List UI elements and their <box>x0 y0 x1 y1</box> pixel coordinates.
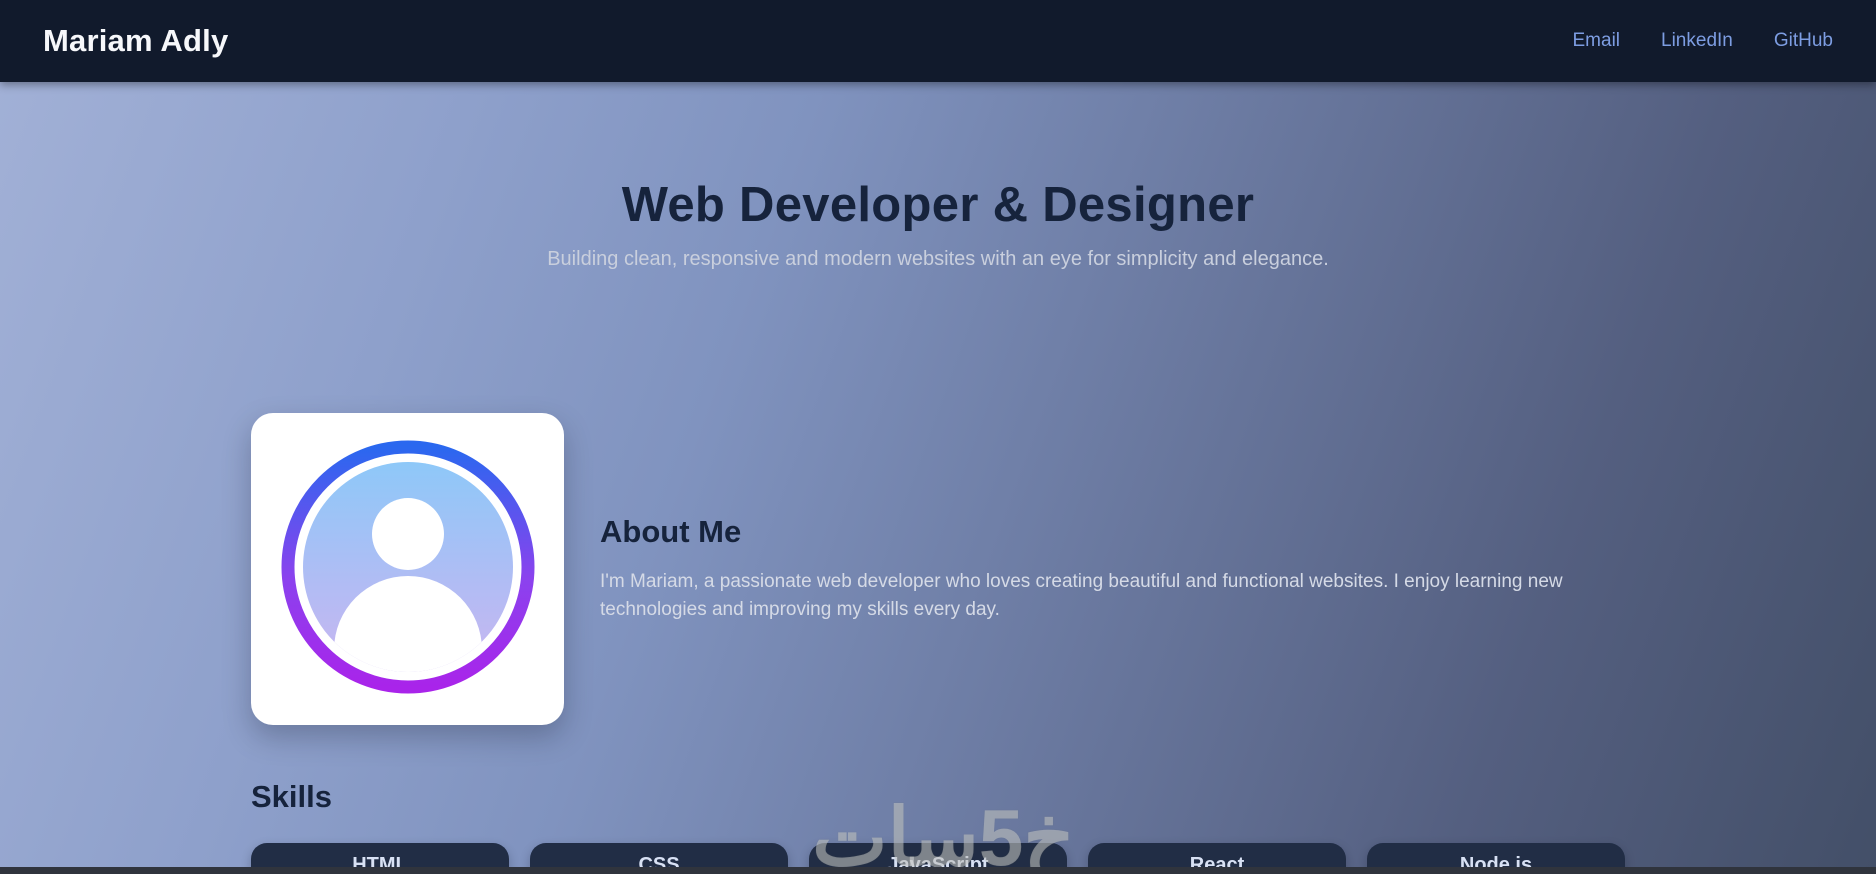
nav-link-linkedin[interactable]: LinkedIn <box>1661 30 1733 52</box>
skills-heading: Skills <box>251 779 332 814</box>
nav-link-email[interactable]: Email <box>1573 30 1621 52</box>
window-bottom-edge <box>0 867 1876 874</box>
brand-name: Mariam Adly <box>43 23 229 58</box>
about-heading: About Me <box>600 514 742 550</box>
skills-section: Skills HTML CSS JavaScript React Node.js <box>251 779 1625 874</box>
about-content: About Me I'm Mariam, a passionate web de… <box>600 514 1625 623</box>
hero-section: Web Developer & Designer Building clean,… <box>0 82 1876 271</box>
about-section: About Me I'm Mariam, a passionate web de… <box>251 413 1625 725</box>
nav-link-github[interactable]: GitHub <box>1774 30 1833 52</box>
user-avatar-icon <box>279 438 537 701</box>
hero-subtitle: Building clean, responsive and modern we… <box>547 248 1329 270</box>
site-header: Mariam Adly Email LinkedIn GitHub <box>0 0 1876 82</box>
avatar-card <box>251 413 564 725</box>
header-nav: Email LinkedIn GitHub <box>1573 30 1834 52</box>
about-text: I'm Mariam, a passionate web developer w… <box>600 571 1563 620</box>
hero-title: Web Developer & Designer <box>621 178 1255 232</box>
page-background: Web Developer & Designer Building clean,… <box>0 82 1876 874</box>
